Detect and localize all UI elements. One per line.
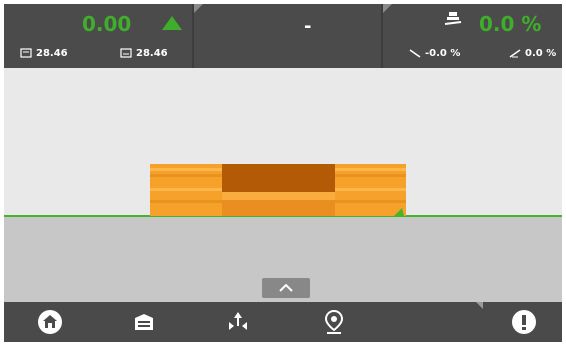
screen-right-icon bbox=[120, 48, 132, 58]
slope-icon bbox=[409, 49, 421, 58]
expand-button[interactable] bbox=[262, 278, 310, 298]
machine-bucket bbox=[150, 164, 406, 216]
panel-corner-marker bbox=[383, 4, 392, 13]
machine-display: 0.00 28.46 28.46 - 0.0 % -0.0 % 0.0 % bbox=[4, 4, 562, 342]
grade-screed-icon bbox=[444, 12, 462, 25]
slope-value: -0.0 % bbox=[425, 47, 461, 59]
home-button[interactable] bbox=[36, 308, 64, 336]
chevron-up-icon bbox=[279, 284, 293, 292]
location-button[interactable] bbox=[320, 308, 348, 336]
slope-panel[interactable]: 0.0 % -0.0 % 0.0 % bbox=[383, 4, 562, 68]
adjust-icon bbox=[229, 312, 247, 330]
cross-slope-icon bbox=[509, 49, 521, 58]
panel-corner-marker bbox=[194, 4, 203, 13]
adjust-button[interactable] bbox=[224, 308, 252, 336]
cross-slope-value: 0.0 % bbox=[525, 47, 557, 59]
cross-slope-readout: 0.0 % bbox=[509, 47, 556, 59]
machine-icon bbox=[135, 314, 153, 330]
alert-button[interactable] bbox=[510, 308, 538, 336]
machine-button[interactable] bbox=[130, 308, 158, 336]
home-icon bbox=[38, 310, 62, 334]
right-sensor-value: 28.46 bbox=[136, 47, 168, 59]
status-bar: 0.00 28.46 28.46 - 0.0 % -0.0 % 0.0 % bbox=[4, 4, 562, 68]
bottom-toolbar bbox=[4, 302, 562, 342]
slope-readout: -0.0 % bbox=[409, 47, 460, 59]
left-sensor-readout: 28.46 bbox=[20, 47, 68, 59]
location-pin-icon bbox=[324, 309, 344, 334]
center-panel[interactable]: - bbox=[194, 4, 381, 68]
machine-view[interactable] bbox=[4, 68, 562, 302]
elevation-main-value: 0.00 bbox=[82, 12, 132, 36]
center-value: - bbox=[304, 16, 312, 37]
screen-left-icon bbox=[20, 48, 32, 58]
right-sensor-readout: 28.46 bbox=[120, 47, 168, 59]
left-sensor-value: 28.46 bbox=[36, 47, 68, 59]
alert-icon bbox=[512, 310, 536, 334]
up-triangle-icon bbox=[162, 16, 182, 30]
toolbar-corner-marker bbox=[476, 302, 483, 309]
slope-main-value: 0.0 % bbox=[479, 12, 542, 36]
elevation-panel[interactable]: 0.00 28.46 28.46 bbox=[4, 4, 192, 68]
